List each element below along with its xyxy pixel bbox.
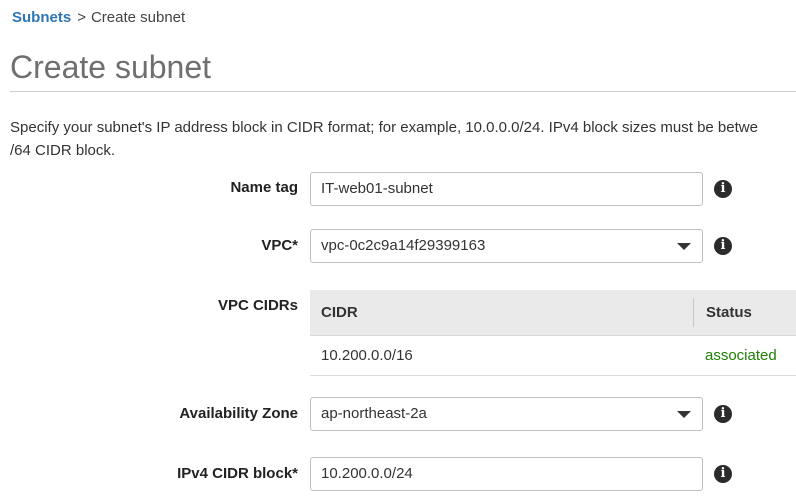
column-divider <box>693 298 694 327</box>
column-header-status[interactable]: Status <box>706 290 752 335</box>
vpc-selected-value: vpc-0c2c9a14f29399163 <box>321 237 486 254</box>
availability-zone-select[interactable]: ap-northeast-2a <box>310 397 703 431</box>
table-header: CIDR Status <box>310 290 796 336</box>
column-header-cidr[interactable]: CIDR <box>321 290 358 335</box>
breadcrumb-separator: > <box>77 9 86 26</box>
info-icon[interactable]: i <box>714 180 732 198</box>
page-title: Create subnet <box>10 49 212 85</box>
table-row: 10.200.0.0/16 associated <box>310 336 796 376</box>
ipv4-cidr-block-label: IPv4 CIDR block* <box>177 465 298 482</box>
title-divider <box>10 91 796 92</box>
description-line-2: /64 CIDR block. <box>10 142 116 159</box>
chevron-down-icon <box>677 411 691 418</box>
ipv4-cidr-block-input[interactable]: 10.200.0.0/24 <box>310 457 703 491</box>
vpc-select[interactable]: vpc-0c2c9a14f29399163 <box>310 229 703 263</box>
page-description: Specify your subnet's IP address block i… <box>10 116 796 162</box>
name-tag-input[interactable]: IT-web01-subnet <box>310 172 703 206</box>
vpc-label: VPC* <box>261 237 298 254</box>
info-icon[interactable]: i <box>714 405 732 423</box>
availability-zone-label: Availability Zone <box>179 405 298 422</box>
cidr-cell: 10.200.0.0/16 <box>321 347 413 364</box>
breadcrumb-current: Create subnet <box>90 9 186 26</box>
availability-zone-selected-value: ap-northeast-2a <box>321 405 427 422</box>
info-icon[interactable]: i <box>714 237 732 255</box>
info-icon[interactable]: i <box>714 465 732 483</box>
name-tag-label: Name tag <box>230 179 298 196</box>
breadcrumb: Subnets > Create subnet <box>12 9 185 26</box>
status-cell: associated <box>705 347 777 364</box>
description-line-1: Specify your subnet's IP address block i… <box>10 119 758 136</box>
vpc-cidrs-table: CIDR Status 10.200.0.0/16 associated <box>310 290 796 376</box>
chevron-down-icon <box>677 243 691 250</box>
vpc-cidrs-label: VPC CIDRs <box>217 297 298 314</box>
breadcrumb-subnets-link[interactable]: Subnets <box>12 9 71 26</box>
